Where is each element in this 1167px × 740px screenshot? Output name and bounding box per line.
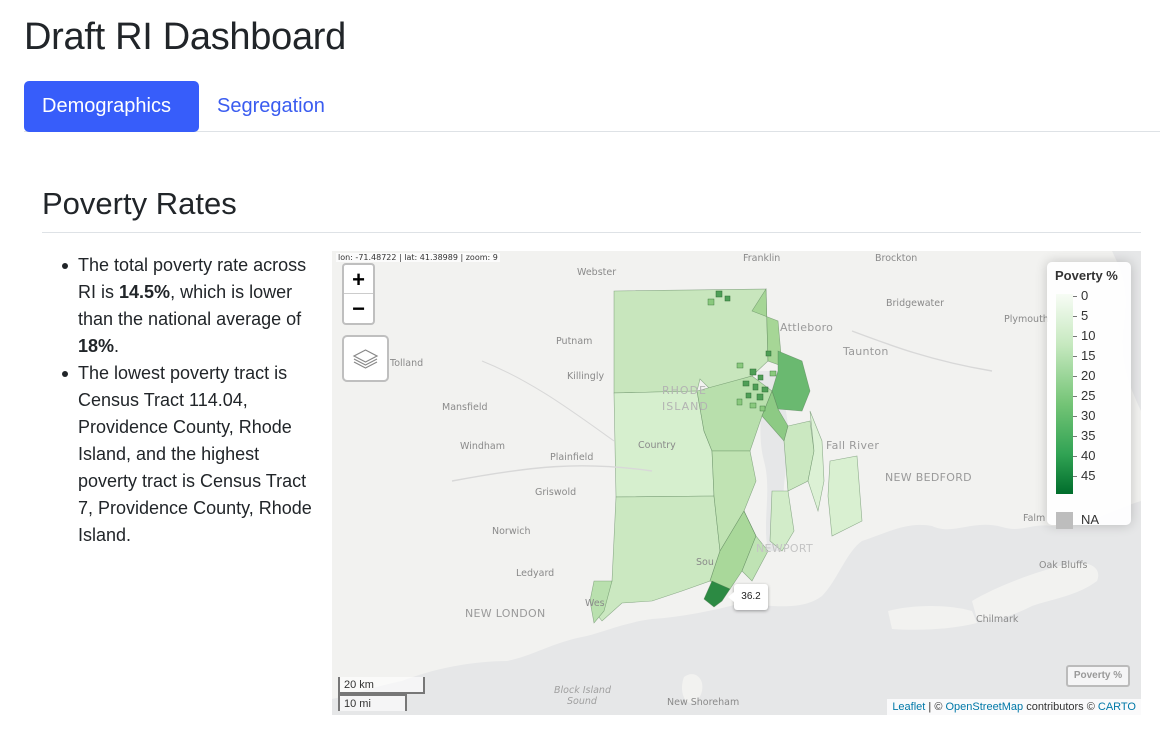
- place-label: Ledyard: [516, 568, 555, 579]
- place-label: Putnam: [556, 336, 593, 347]
- coordinate-readout: lon: -71.48722 | lat: 41.38989 | zoom: 9: [336, 253, 500, 262]
- carto-link[interactable]: CARTO: [1098, 701, 1136, 713]
- scale-km: 20 km: [338, 677, 425, 694]
- layers-toggle-button[interactable]: [342, 335, 389, 382]
- place-label: Falm: [1023, 513, 1046, 524]
- place-label: Plainfield: [550, 452, 594, 463]
- place-label: Windham: [460, 441, 505, 452]
- place-label: Franklin: [743, 253, 781, 264]
- ri-poverty-rate: 14.5%: [119, 282, 171, 302]
- place-label: Sound: [567, 696, 597, 707]
- summary-bullet-total-rate: The total poverty rate across RI is 14.5…: [60, 252, 320, 360]
- leaflet-link[interactable]: Leaflet: [892, 701, 925, 713]
- summary-bullet-tracts: The lowest poverty tract is Census Tract…: [60, 360, 320, 549]
- tab-segregation[interactable]: Segregation: [199, 81, 343, 132]
- legend-na-label: NA: [1081, 512, 1100, 527]
- section-divider: [42, 232, 1141, 233]
- scale-mi: 10 mi: [338, 694, 407, 711]
- place-label: Griswold: [535, 487, 577, 498]
- legend-title: Poverty %: [1055, 268, 1118, 283]
- place-label: NEWPORT: [756, 542, 814, 555]
- zoom-in-button[interactable]: +: [344, 265, 373, 294]
- place-label: New Shoreham: [667, 697, 740, 708]
- legend-tick: 20: [1072, 368, 1096, 383]
- place-label: Block Island: [554, 685, 611, 696]
- legend-color-ramp: [1056, 294, 1073, 494]
- national-poverty-rate: 18%: [78, 336, 115, 356]
- place-label: Fall River: [826, 439, 880, 452]
- zoom-out-button[interactable]: −: [344, 294, 373, 323]
- legend-tick: 40: [1072, 448, 1096, 463]
- place-label: Mansfield: [442, 402, 488, 413]
- place-label: NEW BEDFORD: [885, 471, 972, 484]
- app-title: Draft RI Dashboard: [24, 16, 346, 58]
- place-label: Sou: [696, 557, 714, 568]
- map-attribution: Leaflet | © OpenStreetMap contributors ©…: [887, 699, 1141, 715]
- legend-tick: 35: [1072, 428, 1096, 443]
- poverty-legend: Poverty % 0 5 10 15 20 25 30 35 40 45 NA: [1047, 262, 1131, 529]
- place-label: Chilmark: [976, 614, 1019, 625]
- attribution-text: | ©: [925, 701, 946, 713]
- place-label: Bridgewater: [886, 298, 945, 309]
- place-label: Webster: [577, 267, 617, 278]
- zoom-control: + −: [342, 263, 375, 325]
- legend-tick: 5: [1072, 308, 1089, 323]
- place-label: Plymouth: [1004, 314, 1049, 325]
- place-label: Killingly: [567, 371, 605, 382]
- section-title: Poverty Rates: [42, 186, 237, 221]
- tract-value-tooltip: 36.2: [728, 584, 768, 610]
- region-label: ISLAND: [662, 400, 709, 413]
- attribution-text: contributors ©: [1023, 701, 1098, 713]
- place-label: Attleboro: [780, 321, 834, 334]
- layers-icon: [352, 349, 379, 369]
- poverty-map[interactable]: lon: -71.48722 | lat: 41.38989 | zoom: 9…: [332, 251, 1141, 715]
- place-label: Norwich: [492, 526, 531, 537]
- place-label: Country: [638, 440, 676, 451]
- legend-tick: 30: [1072, 408, 1096, 423]
- osm-link[interactable]: OpenStreetMap: [945, 701, 1023, 713]
- poverty-summary-list: The total poverty rate across RI is 14.5…: [60, 252, 320, 549]
- place-label: NEW LONDON: [465, 607, 546, 620]
- legend-tick: 25: [1072, 388, 1096, 403]
- legend-tick: 0: [1072, 288, 1089, 303]
- legend-tick: 45: [1072, 468, 1096, 483]
- layer-toggle-poverty[interactable]: Poverty %: [1066, 665, 1130, 687]
- legend-tick: 15: [1072, 348, 1096, 363]
- scale-bar: 20 km 10 mi: [338, 677, 425, 711]
- tab-demographics[interactable]: Demographics: [24, 81, 199, 132]
- place-label: Oak Bluffs: [1039, 560, 1088, 571]
- legend-tick: 10: [1072, 328, 1096, 343]
- legend-na-swatch: [1056, 512, 1073, 529]
- place-label: Taunton: [843, 345, 889, 358]
- place-label: Brockton: [875, 253, 918, 264]
- place-label: Wes: [585, 598, 605, 609]
- place-label: Tolland: [390, 358, 424, 369]
- tab-bar: Demographics Segregation: [24, 81, 1160, 132]
- region-label: RHODE: [662, 384, 707, 397]
- bullet-text: .: [114, 336, 120, 356]
